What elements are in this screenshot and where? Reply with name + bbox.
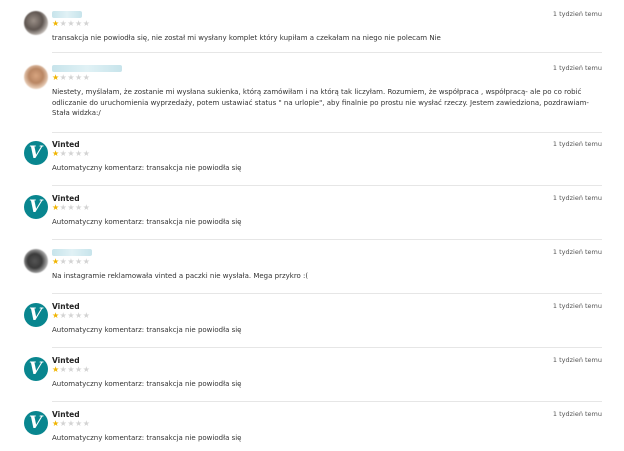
review-time: 1 tydzień temu	[552, 194, 602, 202]
divider	[52, 401, 602, 402]
vinted-logo-icon: V	[28, 304, 43, 325]
star-rating: ★★★★★	[52, 74, 90, 82]
vinted-logo-icon: V	[28, 142, 43, 163]
vinted-logo-avatar[interactable]: V	[24, 411, 48, 435]
star-filled-icon: ★	[52, 203, 60, 212]
divider	[52, 347, 602, 348]
divider	[52, 132, 602, 133]
star-empty-icon: ★★★★	[59, 419, 91, 428]
reviewer-name[interactable]: Vinted	[52, 410, 80, 419]
star-rating: ★★★★★	[52, 258, 90, 266]
reviews-feed: ★★★★★ 1 tydzień temu transakcja nie powi…	[0, 0, 624, 451]
star-filled-icon: ★	[52, 419, 60, 428]
review-time: 1 tydzień temu	[552, 248, 602, 256]
vinted-logo-avatar[interactable]: V	[24, 141, 48, 165]
reviewer-name[interactable]: Vinted	[52, 194, 80, 203]
avatar[interactable]	[24, 65, 48, 89]
review-text: Automatyczny komentarz: transakcja nie p…	[52, 326, 242, 334]
vinted-logo-avatar[interactable]: V	[24, 303, 48, 327]
divider	[52, 293, 602, 294]
divider	[52, 52, 602, 53]
star-empty-icon: ★★★★	[59, 203, 91, 212]
star-rating: ★★★★★	[52, 204, 90, 212]
star-filled-icon: ★	[52, 257, 60, 266]
star-rating: ★★★★★	[52, 420, 90, 428]
reviewer-name[interactable]: Vinted	[52, 302, 80, 311]
review-text: Automatyczny komentarz: transakcja nie p…	[52, 218, 242, 226]
vinted-logo-icon: V	[28, 412, 43, 433]
username-blurred[interactable]	[52, 65, 122, 72]
review-text: transakcja nie powiodła się, nie został …	[52, 34, 441, 42]
star-filled-icon: ★	[52, 19, 60, 28]
review-text: Automatyczny komentarz: transakcja nie p…	[52, 164, 242, 172]
review-text: Automatyczny komentarz: transakcja nie p…	[52, 434, 242, 442]
star-empty-icon: ★★★★	[59, 257, 91, 266]
review-time: 1 tydzień temu	[552, 64, 602, 72]
star-empty-icon: ★★★★	[59, 365, 91, 374]
star-filled-icon: ★	[52, 73, 60, 82]
star-rating: ★★★★★	[52, 20, 90, 28]
star-empty-icon: ★★★★	[59, 73, 91, 82]
vinted-logo-avatar[interactable]: V	[24, 357, 48, 381]
divider	[52, 239, 602, 240]
vinted-logo-icon: V	[28, 196, 43, 217]
vinted-logo-icon: V	[28, 358, 43, 379]
review-text: Automatyczny komentarz: transakcja nie p…	[52, 380, 242, 388]
star-filled-icon: ★	[52, 311, 60, 320]
avatar[interactable]	[24, 11, 48, 35]
star-filled-icon: ★	[52, 365, 60, 374]
star-empty-icon: ★★★★	[59, 19, 91, 28]
review-text: Na instagramie reklamowała vinted a pacz…	[52, 272, 309, 280]
vinted-logo-avatar[interactable]: V	[24, 195, 48, 219]
divider	[52, 185, 602, 186]
star-filled-icon: ★	[52, 149, 60, 158]
star-empty-icon: ★★★★	[59, 149, 91, 158]
review-time: 1 tydzień temu	[552, 10, 602, 18]
review-time: 1 tydzień temu	[552, 302, 602, 310]
username-blurred[interactable]	[52, 249, 92, 256]
star-rating: ★★★★★	[52, 366, 90, 374]
avatar[interactable]	[24, 249, 48, 273]
review-text: Niestety, myślałam, że zostanie mi wysła…	[52, 88, 589, 117]
star-empty-icon: ★★★★	[59, 311, 91, 320]
review-time: 1 tydzień temu	[552, 356, 602, 364]
reviewer-name[interactable]: Vinted	[52, 356, 80, 365]
review-time: 1 tydzień temu	[552, 140, 602, 148]
review-time: 1 tydzień temu	[552, 410, 602, 418]
star-rating: ★★★★★	[52, 150, 90, 158]
star-rating: ★★★★★	[52, 312, 90, 320]
username-blurred[interactable]	[52, 11, 82, 18]
reviewer-name[interactable]: Vinted	[52, 140, 80, 149]
